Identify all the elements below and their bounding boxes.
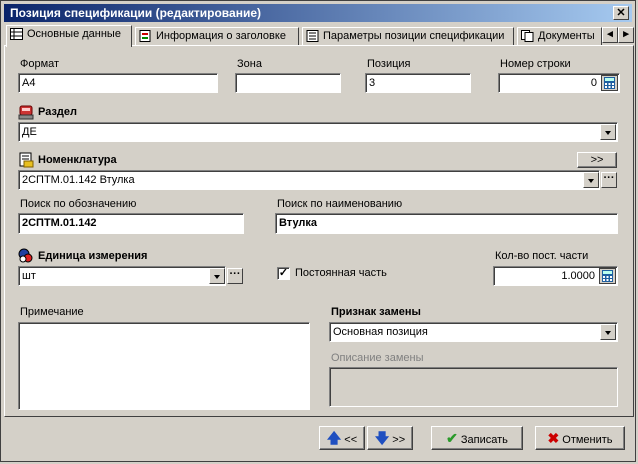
nomenclature-label: Номенклатура [38, 154, 117, 166]
arrow-down-icon: 🡇 [374, 430, 390, 446]
section-select[interactable]: ДЕ [18, 122, 618, 142]
tab-bar: Основные данные Информация о заголовке П… [4, 25, 634, 47]
unit-browse-button[interactable]: ··· [227, 268, 243, 284]
position-input[interactable]: 3 [365, 73, 471, 93]
const-qty-label: Кол-во пост. части [495, 250, 589, 262]
format-label: Формат [20, 58, 60, 70]
calculator-icon[interactable] [601, 75, 618, 91]
checkmark-icon: ✔ [446, 430, 458, 446]
nomenclature-dropdown-button[interactable] [583, 172, 599, 188]
replacement-desc-textarea [329, 367, 618, 407]
table-icon [10, 28, 23, 40]
search-designation-label: Поиск по обозначению [20, 198, 137, 210]
next-button[interactable]: 🡇 >> [367, 426, 413, 450]
replacement-desc-label: Описание замены [331, 352, 424, 364]
tab-scroll-right-button[interactable]: ▸ [618, 27, 634, 43]
dialog-window: Позиция спецификации (редактирование) ✕ … [0, 0, 636, 462]
search-name-label: Поиск по наименованию [277, 198, 403, 210]
note-textarea[interactable] [18, 322, 310, 410]
unit-select[interactable]: шт [18, 266, 226, 286]
format-input[interactable]: А4 [18, 73, 218, 93]
unit-dropdown-button[interactable] [209, 268, 225, 284]
window-title: Позиция спецификации (редактирование) [10, 6, 261, 20]
unit-icon [18, 248, 33, 263]
tab-label: Документы [538, 30, 595, 42]
nomenclature-expand-button[interactable]: >> [577, 152, 617, 168]
next-label: >> [392, 434, 406, 446]
tab-header-info[interactable]: Информация о заголовке [135, 27, 299, 46]
section-dropdown-button[interactable] [600, 124, 616, 140]
save-label: Записать [460, 434, 508, 446]
note-label: Примечание [20, 306, 84, 318]
main-data-panel: Формат А4 Зона Позиция 3 Номер строки 0 … [4, 45, 634, 417]
replacement-dropdown-button[interactable] [600, 324, 616, 340]
title-bar: Позиция спецификации (редактирование) [4, 4, 632, 22]
position-label: Позиция [367, 58, 411, 70]
replacement-select[interactable]: Основная позиция [329, 322, 618, 342]
cancel-label: Отменить [562, 434, 613, 446]
tab-label: Информация о заголовке [156, 30, 286, 42]
zone-input[interactable] [235, 73, 341, 93]
documents-icon [521, 30, 534, 42]
nomenclature-select[interactable]: 2СПТМ.01.142 Втулка [18, 170, 600, 190]
section-label: Раздел [38, 106, 77, 118]
zone-label: Зона [237, 58, 262, 70]
search-name-input[interactable]: Втулка [275, 213, 618, 234]
tab-main-data[interactable]: Основные данные [6, 25, 132, 47]
constant-part-checkbox[interactable]: ✓ [277, 267, 290, 280]
cross-icon: ✖ [547, 430, 560, 446]
close-button[interactable]: ✕ [613, 6, 629, 20]
cancel-button[interactable]: ✖ Отменить [535, 426, 625, 450]
search-designation-input[interactable]: 2СПТМ.01.142 [18, 213, 244, 234]
nomenclature-icon [19, 152, 34, 168]
arrow-up-icon: 🡅 [326, 430, 342, 446]
tab-documents[interactable]: Документы [517, 27, 602, 46]
prev-label: << [344, 434, 358, 446]
line-number-label: Номер строки [500, 58, 571, 70]
prev-button[interactable]: 🡅 << [319, 426, 365, 450]
section-icon [18, 105, 34, 120]
list-params-icon [306, 30, 319, 42]
constant-part-label: Постоянная часть [295, 267, 387, 279]
unit-label: Единица измерения [38, 250, 148, 262]
calculator-icon[interactable] [599, 268, 616, 284]
tab-scroll-left-button[interactable]: ◂ [602, 27, 618, 43]
document-red-icon [139, 30, 151, 42]
tab-label: Параметры позиции спецификации [323, 30, 505, 42]
tab-position-params[interactable]: Параметры позиции спецификации [302, 27, 514, 46]
nomenclature-browse-button[interactable]: ··· [601, 172, 617, 188]
tab-label: Основные данные [27, 28, 121, 40]
save-button[interactable]: ✔ Записать [431, 426, 523, 450]
replacement-label: Признак замены [331, 306, 421, 318]
